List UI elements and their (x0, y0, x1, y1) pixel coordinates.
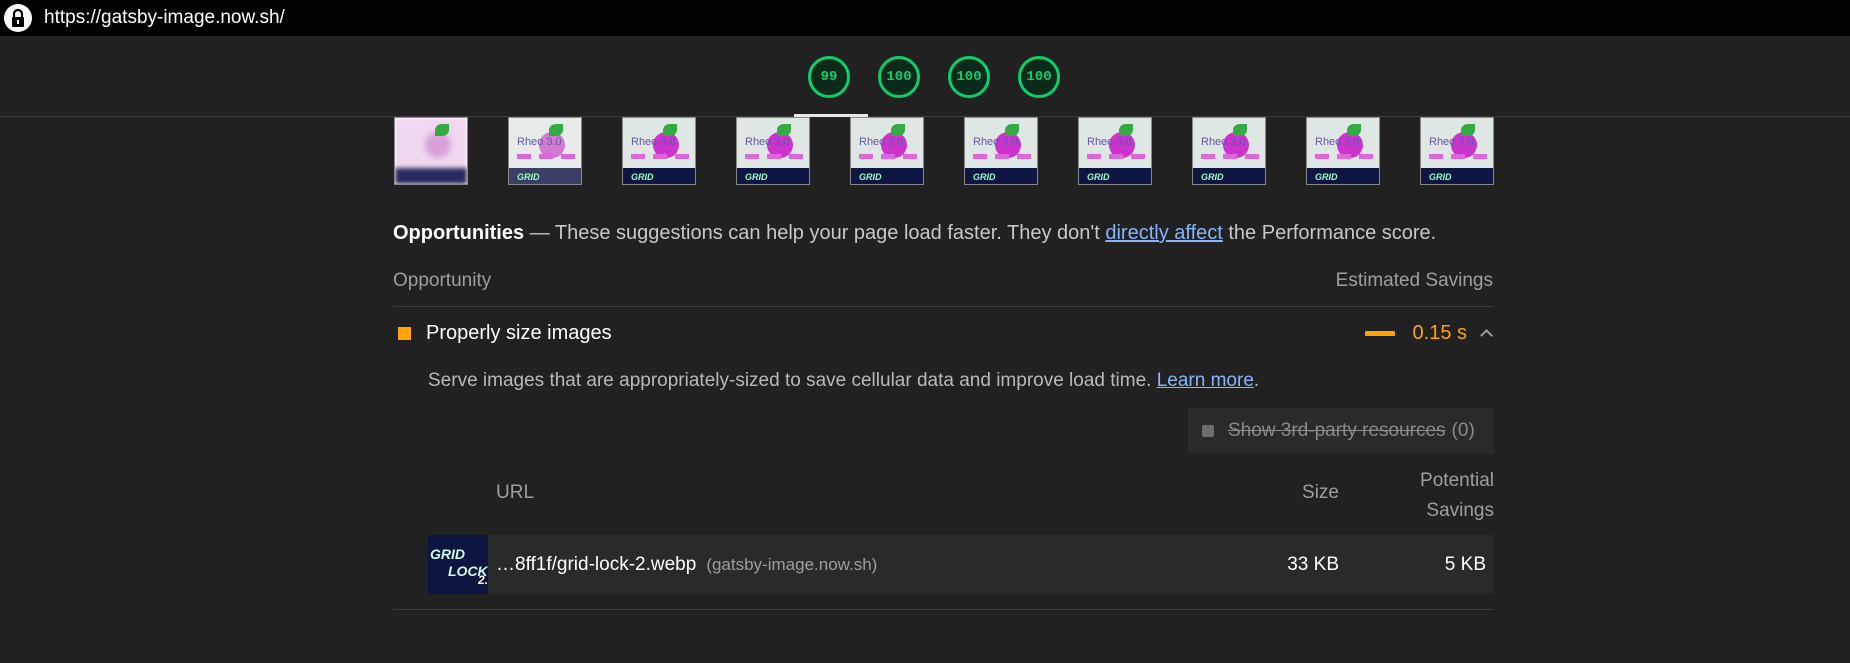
potential-savings-column-label: Potential Savings (1420, 466, 1494, 526)
filmstrip-frame: Rheo 3.0 GRID (850, 117, 924, 185)
frame-buttons (517, 154, 575, 160)
potential-label-line1: Potential (1420, 470, 1494, 491)
frame-leaf (435, 124, 449, 136)
frame-grid-text: GRID (973, 172, 996, 182)
frame-leaf (1461, 124, 1475, 136)
audit-description: Serve images that are appropriately-size… (428, 370, 1259, 392)
frame-text: Rheo 3.0 (631, 136, 676, 148)
filmstrip-frame: Rheo 3.0 GRID (1192, 117, 1266, 185)
learn-more-link[interactable]: Learn more (1157, 370, 1254, 391)
url-text[interactable]: https://gatsby-image.now.sh/ (44, 7, 285, 29)
opportunities-intro: — These suggestions can help your page l… (524, 222, 1106, 244)
audit-properly-size-images[interactable]: Properly size images 0.15 s (393, 318, 1493, 348)
resource-url[interactable]: …8ff1f/grid-lock-2.webp (496, 554, 696, 576)
frame-grid-text: GRID (1087, 172, 1110, 182)
frame-footer (395, 168, 467, 184)
directly-affect-link[interactable]: directly affect (1105, 222, 1222, 244)
filmstrip-frame: Rheo 3.0 GRID (964, 117, 1038, 185)
frame-grid-text: GRID (1429, 172, 1452, 182)
best-practices-gauge[interactable]: 100 (948, 56, 990, 98)
frame-grid-text: GRID (631, 172, 654, 182)
savings-display: 0.15 s (1364, 321, 1493, 345)
frame-text: Rheo 3.0 (1201, 136, 1246, 148)
filmstrip: Rheo 3.0 GRID Rheo 3.0 GRID Rheo 3.0 GRID Rheo… (394, 117, 1494, 185)
image-thumbnail: GRID LOCK 2. (428, 535, 488, 594)
frame-grid-text: GRID (1315, 172, 1338, 182)
frame-text: Rheo 3.0 (973, 136, 1018, 148)
estimated-savings-column-label: Estimated Savings (1335, 270, 1493, 291)
filmstrip-frame: Rheo 3.0 GRID (1420, 117, 1494, 185)
third-party-label: Show 3rd-party resources (1228, 420, 1446, 441)
frame-buttons (973, 154, 1031, 160)
resource-host: (gatsby-image.now.sh) (706, 554, 878, 574)
frame-grid-text: GRID (1201, 172, 1224, 182)
audit-title: Properly size images (426, 321, 612, 344)
divider (393, 306, 1494, 307)
frame-grid-text: GRID (745, 172, 768, 182)
frame-buttons (745, 154, 803, 160)
thumb-text-3: 2. (478, 573, 488, 587)
opportunity-column-label: Opportunity (393, 270, 492, 291)
lock-icon[interactable] (4, 4, 32, 32)
opportunities-title: Opportunities (393, 222, 525, 244)
frame-text: Rheo 3.0 (1315, 136, 1360, 148)
thumb-text-1: GRID (430, 546, 465, 562)
frame-text: Rheo 3.0 (859, 136, 904, 148)
frame-leaf (663, 124, 677, 136)
third-party-filter[interactable]: Show 3rd-party resources (0) (1188, 408, 1494, 454)
score-header: 99 100 100 100 (0, 36, 1850, 117)
opportunities-heading: Opportunities — These suggestions can he… (393, 222, 1436, 245)
resource-potential-savings: 5 KB (1444, 553, 1486, 575)
frame-leaf (1119, 124, 1133, 136)
frame-text: Rheo 3.0 (517, 136, 562, 148)
filmstrip-frame: Rheo 3.0 GRID (508, 117, 582, 185)
frame-leaf (1347, 124, 1361, 136)
frame-text: Rheo 3.0 (745, 136, 790, 148)
savings-value: 0.15 s (1412, 321, 1467, 344)
potential-label-line2: Savings (1426, 500, 1494, 521)
browser-address-bar: https://gatsby-image.now.sh/ (0, 0, 1850, 36)
chevron-up-icon[interactable] (1479, 326, 1493, 340)
audit-description-text: Serve images that are appropriately-size… (428, 370, 1157, 391)
accessibility-gauge[interactable]: 100 (878, 56, 920, 98)
performance-gauge[interactable]: 99 (808, 56, 850, 98)
frame-buttons (631, 154, 689, 160)
table-row[interactable]: GRID LOCK 2. …8ff1f/grid-lock-2.webp (ga… (428, 535, 1494, 594)
score-gauges: 99 100 100 100 (808, 56, 1060, 98)
frame-buttons (859, 154, 917, 160)
frame-leaf (777, 124, 791, 136)
frame-buttons (1087, 154, 1145, 160)
opportunity-table-header: Opportunity Estimated Savings (393, 270, 1493, 292)
filmstrip-frame: Rheo 3.0 GRID (1306, 117, 1380, 185)
frame-text: Rheo 3.0 (1429, 136, 1474, 148)
savings-sparkline (1364, 330, 1395, 336)
resource-size: 33 KB (1287, 553, 1339, 575)
details-table-header: URL Size Potential Savings (428, 460, 1494, 521)
size-column-label: Size (1302, 482, 1339, 503)
opportunities-intro-end: the Performance score. (1222, 222, 1437, 244)
divider (393, 609, 1494, 610)
frame-leaf (549, 124, 563, 136)
frame-grid-text: GRID (517, 172, 540, 182)
frame-buttons (1201, 154, 1259, 160)
average-square-icon (398, 326, 411, 340)
filmstrip-frame: Rheo 3.0 GRID (736, 117, 810, 185)
frame-buttons (1429, 154, 1487, 160)
frame-grid-text: GRID (859, 172, 882, 182)
description-period: . (1253, 370, 1260, 391)
frame-leaf (891, 124, 905, 136)
url-column-label: URL (496, 482, 535, 503)
filmstrip-frame: Rheo 3.0 GRID (622, 117, 696, 185)
frame-text: Rheo 3.0 (1087, 136, 1132, 148)
frame-leaf (1233, 124, 1247, 136)
frame-leaf (1005, 124, 1019, 136)
frame-buttons (1315, 154, 1373, 160)
filmstrip-frame: Rheo 3.0 GRID (1078, 117, 1152, 185)
filmstrip-frame (394, 117, 468, 185)
third-party-count: (0) (1451, 420, 1475, 441)
third-party-checkbox[interactable] (1202, 425, 1214, 437)
seo-gauge[interactable]: 100 (1018, 56, 1060, 98)
